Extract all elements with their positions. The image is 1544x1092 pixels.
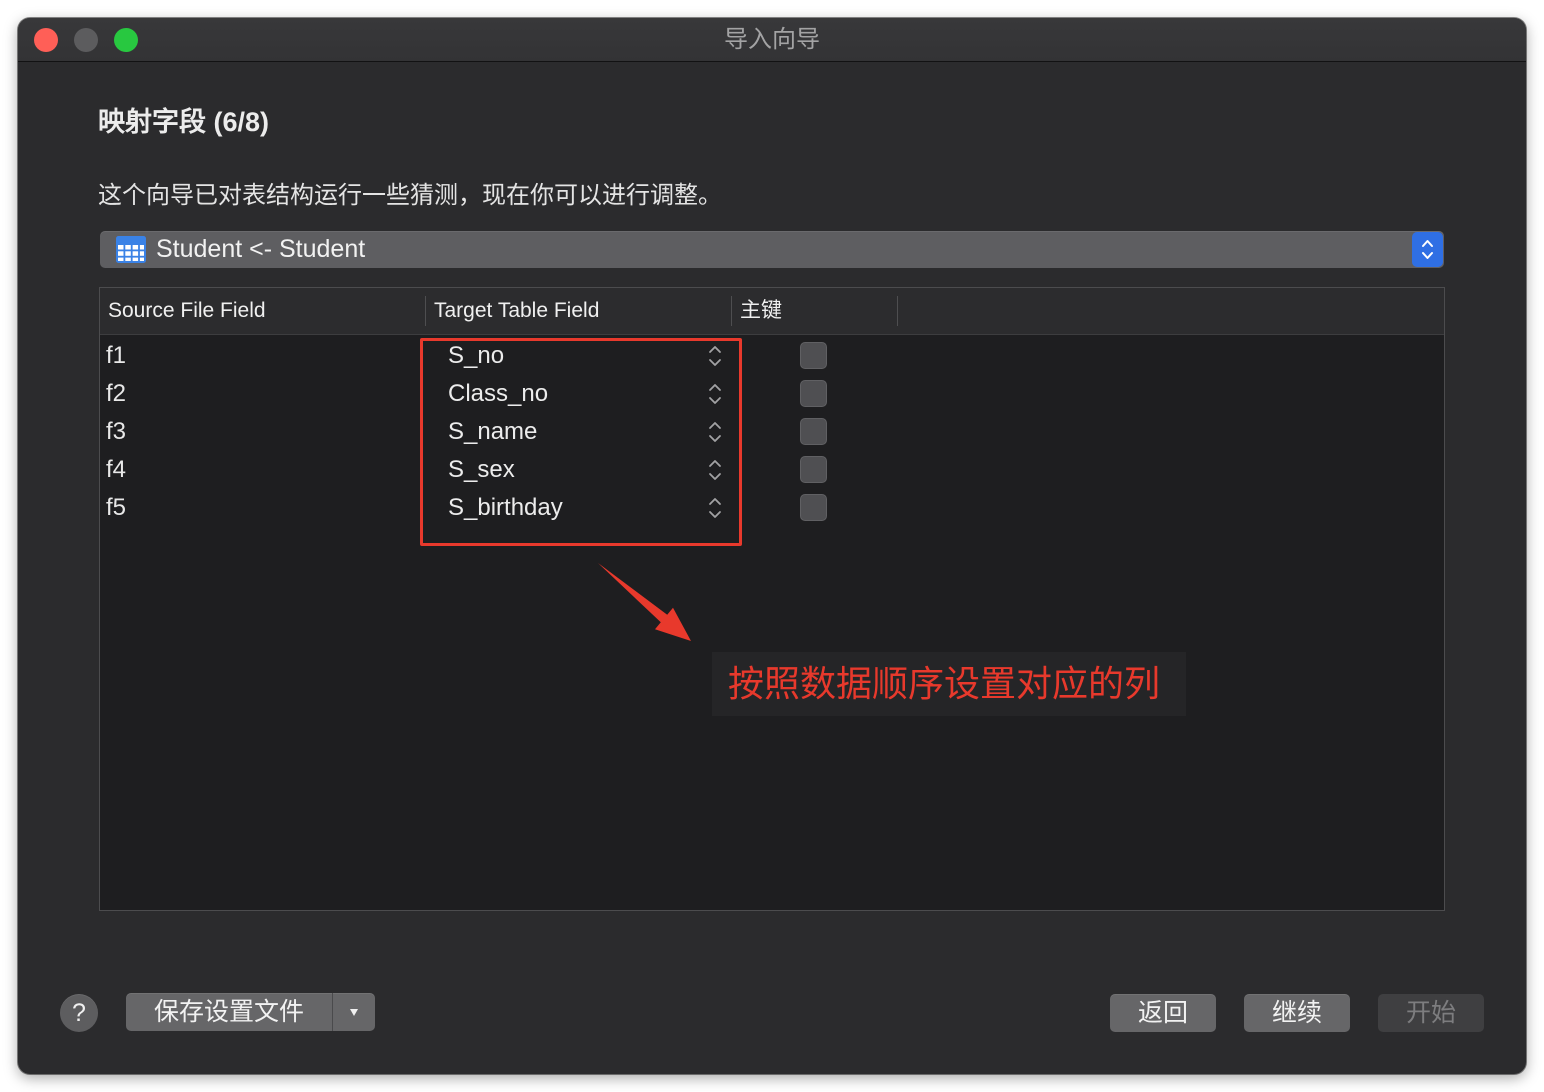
target-field-popup[interactable]: S_birthday [435, 489, 725, 527]
table-row: f1 S_no [100, 337, 1444, 375]
target-field-value: S_name [448, 418, 538, 445]
help-button[interactable]: ? [60, 994, 98, 1032]
continue-button[interactable]: 继续 [1244, 994, 1350, 1032]
table-row: f3 S_name [100, 413, 1444, 451]
step-heading: 映射字段 (6/8) [98, 107, 270, 137]
column-separator [731, 296, 732, 326]
source-field: f1 [106, 342, 127, 369]
target-field-value: S_birthday [448, 494, 563, 521]
field-mapping-table[interactable]: Source File Field Target Table Field 主键 … [99, 287, 1445, 911]
target-field-value: Class_no [448, 380, 549, 407]
table-icon [116, 236, 146, 263]
triangle-down-icon [350, 1009, 358, 1016]
up-down-chevron-icon [709, 384, 721, 404]
mapping-table-body: f1 S_no f2 Class_no f3 S_name f4 S_sex f… [100, 335, 1444, 910]
table-row: f5 S_birthday [100, 489, 1444, 527]
up-down-chevron-icon [1422, 240, 1433, 259]
target-field-value: S_sex [448, 456, 515, 483]
table-selector-popup[interactable]: Student <- Student [100, 231, 1444, 268]
column-header-primary-key: 主键 [740, 299, 782, 322]
primary-key-checkbox-4[interactable] [800, 456, 827, 483]
table-row: f2 Class_no [100, 375, 1444, 413]
table-selector-stepper[interactable] [1412, 232, 1443, 267]
column-header-target: Target Table Field [434, 299, 600, 322]
window-title: 导入向导 [724, 26, 820, 53]
primary-key-checkbox-5[interactable] [800, 494, 827, 521]
target-field-value: S_no [448, 342, 505, 369]
source-field: f3 [106, 418, 127, 445]
save-settings-label: 保存设置文件 [153, 998, 304, 1026]
start-button[interactable]: 开始 [1378, 994, 1484, 1032]
source-field: f2 [106, 380, 127, 407]
target-field-popup[interactable]: S_sex [435, 451, 725, 489]
table-selector-value: Student <- Student [156, 235, 366, 263]
up-down-chevron-icon [709, 460, 721, 480]
title-bar: 导入向导 [18, 18, 1526, 62]
up-down-chevron-icon [709, 422, 721, 442]
target-field-popup[interactable]: S_no [435, 337, 725, 375]
table-header: Source File Field Target Table Field 主键 [100, 288, 1444, 335]
primary-key-checkbox-1[interactable] [800, 342, 827, 369]
column-separator [897, 296, 898, 326]
table-row: f4 S_sex [100, 451, 1444, 489]
import-wizard-window: 导入向导 映射字段 (6/8) 这个向导已对表结构运行一些猜测，现在你可以进行调… [18, 18, 1526, 1074]
source-field: f5 [106, 494, 127, 521]
target-field-popup[interactable]: S_name [435, 413, 725, 451]
back-button[interactable]: 返回 [1110, 994, 1216, 1032]
column-header-source: Source File Field [108, 299, 266, 322]
step-description: 这个向导已对表结构运行一些猜测，现在你可以进行调整。 [98, 182, 722, 209]
target-field-popup[interactable]: Class_no [435, 375, 725, 413]
save-settings-menu-button[interactable] [333, 993, 375, 1031]
source-field: f4 [106, 456, 127, 483]
column-separator [425, 296, 426, 326]
up-down-chevron-icon [709, 346, 721, 366]
save-settings-button[interactable]: 保存设置文件 [126, 993, 375, 1031]
primary-key-checkbox-3[interactable] [800, 418, 827, 445]
primary-key-checkbox-2[interactable] [800, 380, 827, 407]
up-down-chevron-icon [709, 498, 721, 518]
